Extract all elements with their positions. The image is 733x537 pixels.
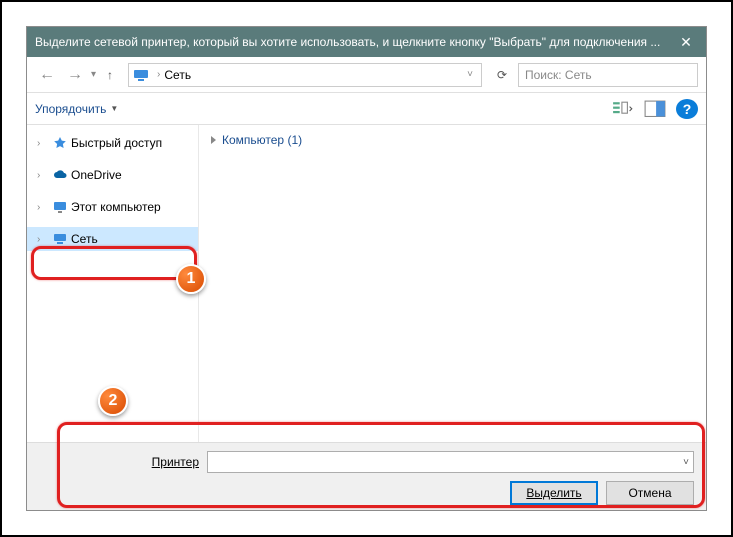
toolbar: Упорядочить ▼ ? xyxy=(27,93,706,125)
nav-bar: ← → ▾ ↑ › Сеть ˅ ⟳ Поиск: Сеть xyxy=(27,57,706,93)
forward-button[interactable]: → xyxy=(63,63,87,87)
dialog-window: Выделите сетевой принтер, который вы хот… xyxy=(26,26,707,511)
title-text: Выделите сетевой принтер, который вы хот… xyxy=(35,35,666,49)
view-options-button[interactable] xyxy=(612,99,634,119)
star-icon xyxy=(51,136,69,150)
sidebar-item-network[interactable]: › Сеть xyxy=(27,227,198,251)
help-button[interactable]: ? xyxy=(676,99,698,119)
printer-label: Принтер xyxy=(39,455,199,469)
chevron-right-icon: › xyxy=(153,69,164,80)
bottom-panel: Принтер ˅ Выделить Отмена xyxy=(27,442,706,510)
up-button[interactable]: ↑ xyxy=(100,65,120,85)
address-text: Сеть xyxy=(164,68,191,82)
chevron-down-icon: ▼ xyxy=(110,104,118,113)
cancel-button[interactable]: Отмена xyxy=(606,481,694,505)
address-dropdown-icon[interactable]: ˅ xyxy=(463,69,477,80)
refresh-button[interactable]: ⟳ xyxy=(490,63,514,87)
search-placeholder: Поиск: Сеть xyxy=(525,68,592,82)
select-button[interactable]: Выделить xyxy=(510,481,598,505)
monitor-icon xyxy=(51,200,69,214)
chevron-right-icon: › xyxy=(37,138,49,149)
navigation-sidebar: › Быстрый доступ › OneDrive › Этот компь… xyxy=(27,125,199,442)
content-area[interactable]: Компьютер (1) xyxy=(199,125,706,442)
group-header[interactable]: Компьютер (1) xyxy=(211,133,694,147)
recent-dropdown-icon[interactable]: ▾ xyxy=(91,69,96,80)
chevron-right-icon: › xyxy=(37,234,49,245)
organize-button[interactable]: Упорядочить ▼ xyxy=(35,102,118,116)
search-input[interactable]: Поиск: Сеть xyxy=(518,63,698,87)
address-bar[interactable]: › Сеть ˅ xyxy=(128,63,482,87)
network-icon xyxy=(133,67,149,83)
sidebar-item-this-pc[interactable]: › Этот компьютер xyxy=(27,195,198,219)
title-bar: Выделите сетевой принтер, который вы хот… xyxy=(27,27,706,57)
printer-select[interactable]: ˅ xyxy=(207,451,694,473)
chevron-right-icon: › xyxy=(37,202,49,213)
sidebar-item-quick-access[interactable]: › Быстрый доступ xyxy=(27,131,198,155)
chevron-right-icon: › xyxy=(37,170,49,181)
back-button[interactable]: ← xyxy=(35,63,59,87)
preview-pane-button[interactable] xyxy=(644,99,666,119)
network-icon xyxy=(51,232,69,246)
chevron-down-icon: ˅ xyxy=(683,457,689,468)
sidebar-item-onedrive[interactable]: › OneDrive xyxy=(27,163,198,187)
close-button[interactable]: ✕ xyxy=(666,27,706,57)
cloud-icon xyxy=(51,168,69,182)
